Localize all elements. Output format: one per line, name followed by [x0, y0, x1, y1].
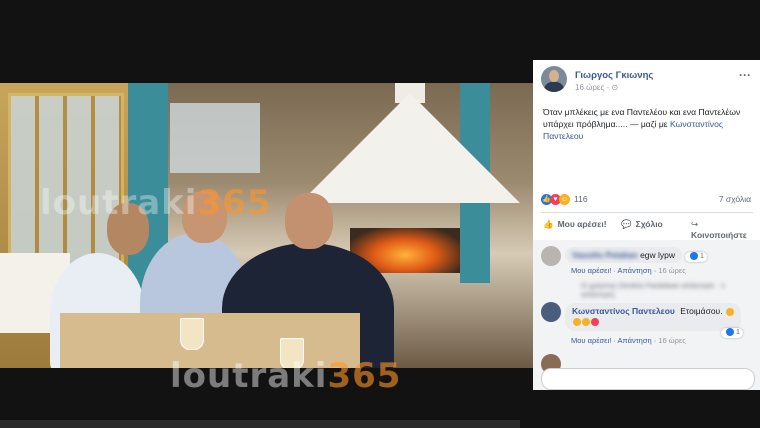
bottom-strip	[0, 420, 520, 428]
replies-summary[interactable]: Ο χρήστης Dimitris Pantelean απάντησε · …	[581, 281, 760, 299]
reactions-bar: 👍 ♥ ☺ 116 7 σχόλια	[541, 193, 753, 207]
smile-emoji-icon	[725, 307, 734, 316]
comment-bubble: Vassilis Pelalian egw lypw	[565, 247, 683, 263]
watermark: loutraki365	[40, 183, 272, 223]
reaction-count[interactable]: 116	[574, 194, 588, 204]
comment-text: egw lypw	[640, 250, 676, 260]
comment-reaction-badge[interactable]: 1	[685, 252, 707, 262]
divider	[541, 212, 753, 213]
share-arrow-icon: ↪	[691, 219, 699, 229]
speech-bubble-icon: 💬	[621, 219, 632, 229]
share-button[interactable]: ↪Κοινοποιήστε	[691, 219, 753, 240]
comment-reply-link[interactable]: Απάντηση	[618, 336, 652, 345]
comment-actions: Μου αρέσει! · Απάντηση · 16 ώρες	[571, 336, 686, 345]
comment-reply-link[interactable]: Απάντηση	[618, 266, 652, 275]
author-avatar[interactable]	[541, 66, 567, 92]
wine-glass	[180, 318, 204, 350]
comment-bubble: Κωνσταντίνος Παντελεου Ετοιμάσου.	[565, 303, 741, 331]
commenter-name[interactable]: Κωνσταντίνος Παντελεου	[572, 306, 675, 316]
commenter-name[interactable]: Vassilis Pelalian	[572, 250, 638, 260]
smile-emoji-icon	[582, 317, 590, 326]
post-actions: 👍 Μου αρέσει! 💬 Σχόλιο ↪Κοινοποιήστε	[541, 216, 753, 240]
photo-window	[170, 103, 260, 173]
haha-reaction-icon[interactable]: ☺	[559, 194, 570, 205]
post-text: Όταν μπλέκεις με ενα Παντελέου και ενα Π…	[543, 106, 751, 142]
post-header: Γιωργος Γκιωνης 16 ώρες · ⊙ ···	[541, 66, 753, 96]
commenter-avatar[interactable]	[541, 302, 561, 322]
comment-like-link[interactable]: Μου αρέσει!	[571, 336, 611, 345]
person-right-head	[285, 193, 333, 249]
comment-reaction-badge[interactable]: 1	[721, 328, 743, 338]
like-button[interactable]: 👍 Μου αρέσει!	[543, 219, 607, 230]
facebook-post-card: Γιωργος Γκιωνης 16 ώρες · ⊙ ··· Όταν μπλ…	[533, 60, 760, 390]
comment-text: Ετοιμάσου.	[680, 306, 723, 316]
comment-like-link[interactable]: Μου αρέσει!	[571, 266, 611, 275]
heart-eyes-emoji-icon	[591, 317, 599, 326]
more-options-icon[interactable]: ···	[739, 68, 751, 82]
comment-time[interactable]: 16 ώρες	[658, 336, 686, 345]
comment-button[interactable]: 💬 Σχόλιο	[621, 219, 663, 230]
smile-emoji-icon	[573, 317, 581, 326]
comment-count[interactable]: 7 σχόλια	[719, 194, 751, 204]
comments-section: Vassilis Pelalian egw lypw 1 Μου αρέσει!…	[533, 240, 760, 390]
comment-time[interactable]: 16 ώρες	[658, 266, 686, 275]
thumbs-up-icon: 👍	[543, 219, 554, 229]
post-meta[interactable]: 16 ώρες · ⊙	[575, 83, 618, 92]
commenter-avatar[interactable]	[541, 246, 561, 266]
fireplace-hood	[300, 93, 520, 203]
author-name[interactable]: Γιωργος Γκιωνης	[575, 70, 653, 81]
comment-input[interactable]	[541, 368, 755, 390]
comment-actions: Μου αρέσει! · Απάντηση · 16 ώρες	[571, 266, 686, 275]
watermark: loutraki365	[170, 356, 402, 396]
post-photo[interactable]: loutraki365	[0, 83, 533, 368]
